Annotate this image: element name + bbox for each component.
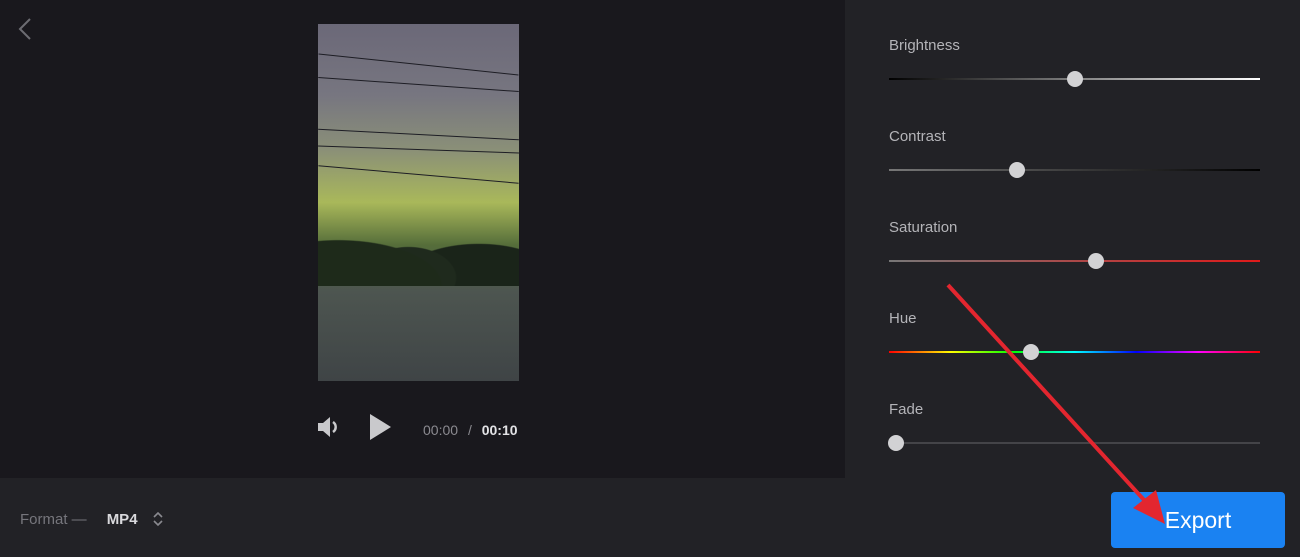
hue-label: Hue: [889, 310, 917, 327]
speaker-icon: [318, 417, 337, 437]
sort-arrows-icon[interactable]: [152, 510, 164, 528]
brightness-control: Brightness: [889, 37, 1260, 87]
duration: 00:10: [481, 421, 518, 438]
slider-thumb[interactable]: [1066, 71, 1083, 87]
time-separator: /: [467, 421, 472, 438]
brightness-slider[interactable]: [889, 71, 1260, 87]
current-time: 00:00: [423, 421, 459, 438]
brightness-label: Brightness: [889, 37, 960, 54]
adjustments-panel: Brightness Contrast Saturation Hue Fade: [845, 0, 1300, 478]
slider-thumb[interactable]: [888, 435, 905, 451]
saturation-slider[interactable]: [889, 253, 1260, 269]
fade-control: Fade: [888, 401, 1260, 451]
hue-control: Hue: [889, 310, 1260, 360]
video-preview[interactable]: [318, 24, 519, 381]
format-select[interactable]: MP4: [107, 511, 138, 528]
contrast-label: Contrast: [889, 128, 946, 145]
hue-slider[interactable]: [889, 344, 1260, 360]
slider-thumb[interactable]: [1087, 253, 1104, 269]
time-display: 00:00 / 00:10: [423, 422, 518, 438]
back-button[interactable]: [14, 16, 36, 42]
chevron-left-icon: [18, 18, 31, 40]
volume-button[interactable]: [315, 413, 343, 446]
format-label: Format —: [20, 510, 87, 528]
footer-bar: Format — MP4 Export: [0, 478, 1300, 557]
play-icon: [370, 414, 391, 440]
contrast-slider[interactable]: [889, 162, 1260, 178]
slider-thumb[interactable]: [1008, 162, 1025, 178]
saturation-label: Saturation: [889, 219, 958, 236]
play-button[interactable]: [367, 412, 393, 447]
saturation-control: Saturation: [889, 219, 1260, 269]
fade-slider[interactable]: [888, 435, 1260, 451]
slider-thumb[interactable]: [1023, 344, 1040, 360]
export-button[interactable]: Export: [1111, 492, 1285, 548]
contrast-control: Contrast: [889, 128, 1260, 178]
fade-label: Fade: [889, 401, 924, 418]
